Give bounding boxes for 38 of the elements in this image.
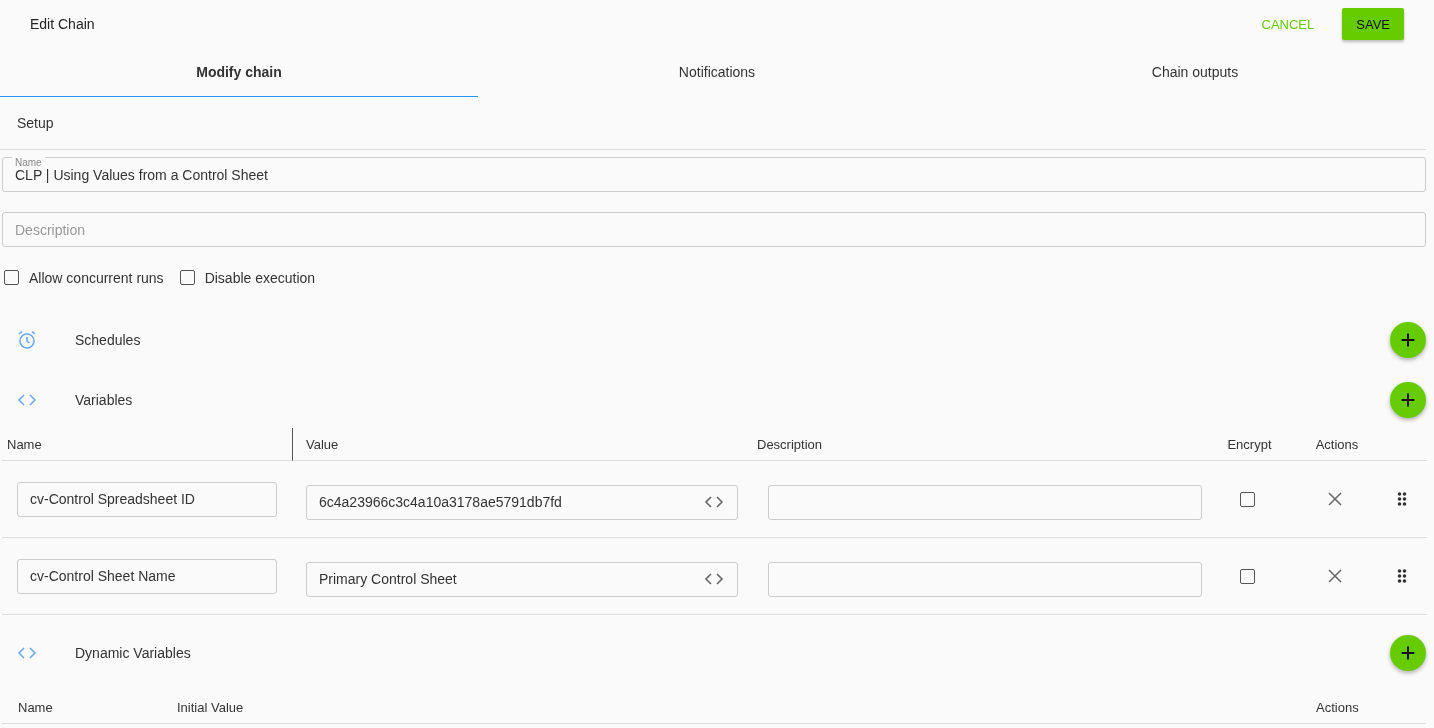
- encrypt-checkbox[interactable]: [1239, 491, 1255, 507]
- section-title: Dynamic Variables: [75, 645, 192, 661]
- add-button[interactable]: [1390, 322, 1426, 358]
- add-button[interactable]: [1390, 635, 1426, 671]
- checkbox-label[interactable]: Allow concurrent runs: [29, 269, 164, 286]
- tab[interactable]: Modify chain: [0, 48, 478, 97]
- variable-value-field[interactable]: 6c4a23966c3c4a10a3178ae5791db7fd: [306, 484, 738, 520]
- tab[interactable]: Notifications: [478, 48, 956, 97]
- close-icon[interactable]: [1326, 491, 1343, 507]
- encrypt-checkbox[interactable]: [1239, 568, 1255, 584]
- column-header: Encrypt: [1227, 436, 1272, 452]
- checkbox[interactable]: [179, 270, 195, 285]
- variable-name-field[interactable]: cv-Control Spreadsheet ID: [17, 481, 277, 517]
- column-header: Value: [306, 436, 339, 452]
- column-header: Name: [18, 699, 53, 715]
- section-title: Schedules: [75, 332, 142, 348]
- column-header: Actions: [1316, 699, 1359, 715]
- field-label: Name: [12, 157, 45, 168]
- variable-value-field[interactable]: Primary Control Sheet: [306, 561, 738, 597]
- checkbox-label[interactable]: Disable execution: [204, 269, 316, 286]
- drag-handle-icon[interactable]: [1397, 492, 1407, 506]
- tab[interactable]: Chain outputs: [956, 48, 1434, 97]
- column-header: Name: [7, 436, 42, 452]
- add-button[interactable]: [1390, 382, 1426, 418]
- close-icon[interactable]: [1326, 568, 1343, 584]
- variable-description-field[interactable]: [768, 484, 1202, 520]
- section-title: Variables: [75, 392, 134, 408]
- section-title: Setup: [17, 115, 54, 131]
- checkbox[interactable]: [4, 270, 19, 285]
- variable-name-field[interactable]: cv-Control Sheet Name: [17, 558, 277, 594]
- column-header: Actions: [1315, 436, 1359, 452]
- drag-handle-icon[interactable]: [1397, 569, 1407, 583]
- variable-description-field[interactable]: [768, 561, 1202, 597]
- column-header: Description: [757, 436, 823, 452]
- alarm-clock-icon: [16, 329, 38, 351]
- page-title: Edit Chain: [30, 16, 96, 32]
- column-header: Initial Value: [177, 699, 244, 715]
- save-button[interactable]: SAVE: [1342, 8, 1404, 40]
